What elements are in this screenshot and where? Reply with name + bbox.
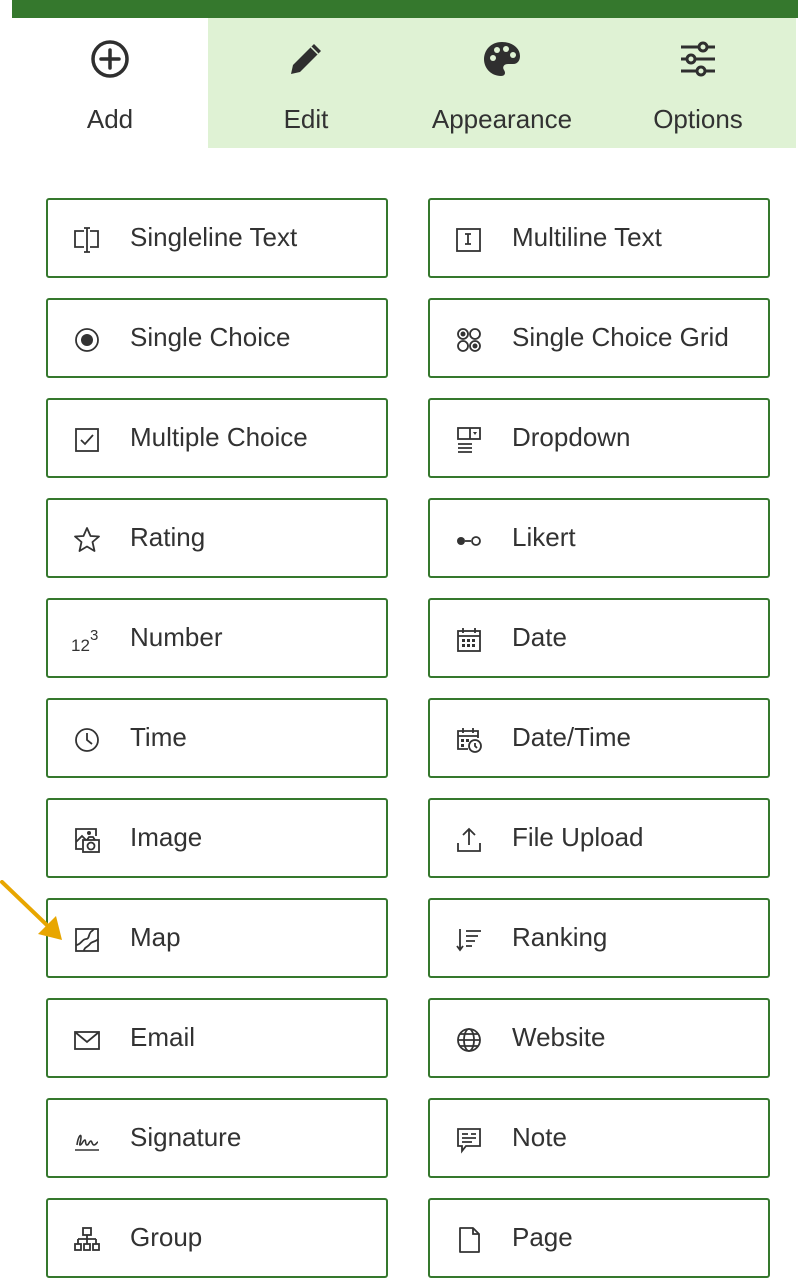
- page-icon: [452, 1223, 486, 1257]
- clock-icon: [70, 723, 104, 757]
- question-label: Image: [130, 822, 203, 852]
- globe-icon: [452, 1023, 486, 1057]
- question-label: Date/Time: [512, 722, 631, 752]
- map-button[interactable]: Map: [46, 898, 388, 978]
- envelope-icon: [70, 1023, 104, 1057]
- date-time-button[interactable]: Date/Time: [428, 698, 770, 778]
- question-label: Singleline Text: [130, 222, 298, 252]
- question-label: Time: [130, 722, 187, 752]
- question-label: Rating: [130, 522, 206, 552]
- svg-text:12: 12: [71, 636, 90, 655]
- tab-appearance-label: Appearance: [431, 104, 573, 134]
- rating-button[interactable]: Rating: [46, 498, 388, 578]
- top-accent-bar: [12, 0, 798, 18]
- dropdown-icon: [452, 423, 486, 457]
- number-button[interactable]: 12 3 Number: [46, 598, 388, 678]
- sliders-icon: [600, 38, 796, 80]
- group-hierarchy-icon: [70, 1223, 104, 1257]
- svg-text:3: 3: [90, 627, 98, 644]
- question-label: Page: [512, 1222, 573, 1252]
- image-button[interactable]: Image: [46, 798, 388, 878]
- choice-grid-icon: [452, 323, 486, 357]
- image-camera-icon: [70, 823, 104, 857]
- question-label: Multiple Choice: [130, 422, 308, 452]
- question-label: File Upload: [512, 822, 644, 852]
- star-icon: [70, 523, 104, 557]
- question-label: Ranking: [512, 922, 608, 952]
- question-label: Likert: [512, 522, 576, 552]
- question-label: Dropdown: [512, 422, 631, 452]
- tab-add[interactable]: Add: [12, 18, 208, 148]
- likert-button[interactable]: Likert: [428, 498, 770, 578]
- question-label: Signature: [130, 1122, 242, 1152]
- multiline-text-button[interactable]: Multiline Text: [428, 198, 770, 278]
- question-label: Single Choice: [130, 322, 291, 352]
- question-label: Email: [130, 1022, 196, 1052]
- note-button[interactable]: Note: [428, 1098, 770, 1178]
- multiple-choice-button[interactable]: Multiple Choice: [46, 398, 388, 478]
- single-choice-button[interactable]: Single Choice: [46, 298, 388, 378]
- question-label: Number: [130, 622, 223, 652]
- question-label: Map: [130, 922, 181, 952]
- question-label: Note: [512, 1122, 567, 1152]
- tab-options[interactable]: Options: [600, 18, 796, 148]
- website-button[interactable]: Website: [428, 998, 770, 1078]
- file-upload-button[interactable]: File Upload: [428, 798, 770, 878]
- question-label: Multiline Text: [512, 222, 662, 252]
- text-cursor-icon: [70, 223, 104, 257]
- question-label: Single Choice Grid: [512, 322, 729, 352]
- signature-button[interactable]: Signature: [46, 1098, 388, 1178]
- date-button[interactable]: Date: [428, 598, 770, 678]
- question-label: Group: [130, 1222, 203, 1252]
- tab-add-label: Add: [86, 104, 134, 134]
- calendar-clock-icon: [452, 723, 486, 757]
- email-button[interactable]: Email: [46, 998, 388, 1078]
- dropdown-button[interactable]: Dropdown: [428, 398, 770, 478]
- tab-appearance[interactable]: Appearance: [404, 18, 600, 148]
- likert-icon: [452, 523, 486, 557]
- number-icon: 12 3: [70, 623, 104, 657]
- multiline-text-icon: [452, 223, 486, 257]
- radio-button-icon: [70, 323, 104, 357]
- group-button[interactable]: Group: [46, 1198, 388, 1278]
- map-icon: [70, 923, 104, 957]
- question-label: Date: [512, 622, 567, 652]
- ranking-button[interactable]: Ranking: [428, 898, 770, 978]
- signature-icon: [70, 1123, 104, 1157]
- singleline-text-button[interactable]: Singleline Text: [46, 198, 388, 278]
- pencil-icon: [208, 38, 404, 80]
- palette-icon: [404, 38, 600, 80]
- ranking-icon: [452, 923, 486, 957]
- add-circle-icon: [12, 38, 208, 80]
- tab-options-label: Options: [653, 104, 743, 134]
- tab-edit[interactable]: Edit: [208, 18, 404, 148]
- checkbox-icon: [70, 423, 104, 457]
- calendar-icon: [452, 623, 486, 657]
- page-button[interactable]: Page: [428, 1198, 770, 1278]
- upload-icon: [452, 823, 486, 857]
- time-button[interactable]: Time: [46, 698, 388, 778]
- annotation-arrow-icon: [0, 880, 62, 940]
- toolbar-tabs: Add Edit Appearance Options: [12, 18, 798, 148]
- note-icon: [452, 1123, 486, 1157]
- single-choice-grid-button[interactable]: Single Choice Grid: [428, 298, 770, 378]
- question-label: Website: [512, 1022, 606, 1052]
- tab-edit-label: Edit: [283, 104, 329, 134]
